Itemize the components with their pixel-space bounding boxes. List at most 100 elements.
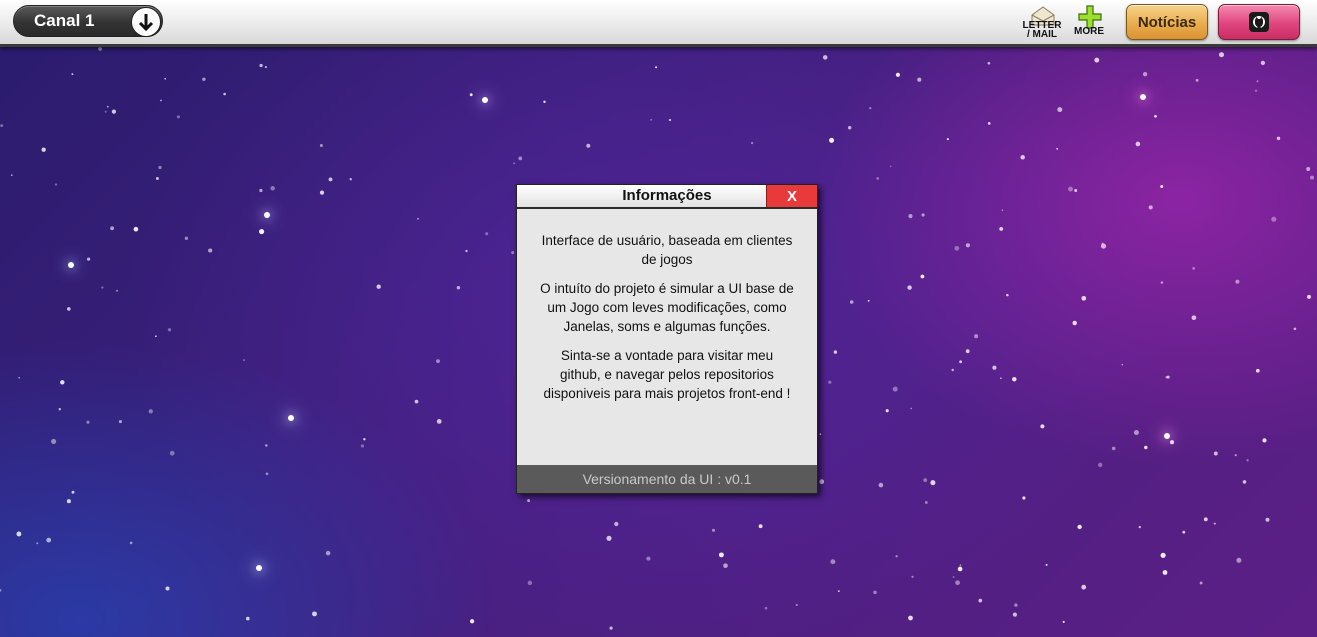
star	[58, 408, 61, 411]
star	[10, 174, 13, 176]
star	[869, 106, 872, 110]
close-button[interactable]: X	[766, 185, 817, 207]
star	[1236, 557, 1242, 563]
star	[959, 564, 962, 567]
star	[16, 531, 22, 537]
star	[518, 156, 523, 161]
star	[959, 360, 962, 364]
star	[60, 380, 65, 385]
star	[723, 563, 728, 569]
info-window[interactable]: Informações X Interface de usuário, base…	[516, 184, 818, 494]
star	[819, 433, 822, 435]
star	[965, 243, 971, 248]
star	[1254, 89, 1258, 92]
star	[148, 409, 153, 414]
star	[86, 420, 90, 424]
letter-mail-button[interactable]: LETTER / MAIL	[1022, 3, 1062, 41]
star	[1081, 295, 1087, 301]
star	[184, 236, 189, 240]
star	[106, 105, 109, 108]
star	[111, 109, 116, 114]
star	[952, 576, 955, 578]
star	[908, 214, 913, 219]
glowing-star	[482, 97, 488, 103]
star	[1020, 155, 1025, 160]
star	[1203, 517, 1208, 522]
star	[36, 542, 39, 545]
star	[668, 118, 672, 122]
star	[1276, 136, 1281, 141]
star	[908, 615, 913, 621]
star	[158, 165, 162, 170]
star	[485, 232, 489, 236]
star	[133, 226, 139, 232]
star	[1121, 363, 1124, 366]
star	[319, 190, 325, 195]
star	[436, 419, 442, 424]
more-button[interactable]: MORE	[1069, 3, 1109, 41]
star	[828, 380, 832, 384]
star	[646, 556, 651, 561]
star	[1255, 368, 1260, 373]
glowing-star	[256, 565, 262, 571]
star	[974, 334, 979, 339]
star	[955, 580, 960, 586]
star	[1148, 205, 1153, 210]
star	[1265, 517, 1270, 522]
star	[465, 249, 468, 253]
star	[1135, 141, 1141, 147]
star	[999, 226, 1004, 231]
star	[265, 472, 269, 476]
star	[849, 300, 854, 304]
star	[513, 162, 515, 165]
star	[1169, 440, 1175, 445]
info-paragraph: Sinta-se a vontade para visitar meu gith…	[543, 348, 791, 401]
star	[167, 328, 172, 332]
star	[1310, 175, 1314, 180]
more-caption: MORE	[1074, 26, 1104, 37]
news-button[interactable]: Notícias	[1126, 4, 1208, 40]
star	[1191, 315, 1197, 321]
star	[951, 368, 954, 372]
arrow-down-icon[interactable]	[131, 7, 161, 37]
star	[1045, 563, 1048, 566]
channel-selector[interactable]: Canal 1	[13, 5, 163, 37]
star	[907, 285, 912, 290]
star	[155, 177, 159, 180]
star	[992, 365, 997, 370]
star	[527, 499, 531, 503]
star	[259, 188, 263, 193]
star	[165, 586, 170, 591]
glowing-star	[1164, 433, 1170, 439]
star	[1234, 454, 1237, 457]
star	[1160, 552, 1166, 558]
star	[1006, 293, 1009, 297]
star	[711, 528, 716, 532]
star	[160, 99, 162, 102]
star	[1165, 376, 1168, 379]
star	[924, 501, 928, 504]
star	[750, 141, 754, 145]
star	[819, 479, 825, 485]
star	[586, 143, 591, 148]
star	[1074, 189, 1078, 192]
star	[957, 566, 963, 572]
star	[1260, 60, 1266, 66]
star	[889, 165, 892, 168]
github-icon	[1249, 12, 1269, 32]
github-button[interactable]	[1218, 4, 1300, 40]
star	[0, 124, 4, 128]
star	[1199, 581, 1203, 585]
glowing-star	[1140, 94, 1146, 100]
star	[202, 77, 206, 81]
version-footer: Versionamento da UI : v0.1	[517, 465, 817, 493]
star	[1142, 72, 1148, 77]
star	[363, 438, 366, 441]
star	[921, 213, 925, 217]
star	[873, 590, 877, 595]
star	[469, 93, 473, 97]
star	[965, 349, 970, 354]
window-header[interactable]: Informações X	[517, 185, 817, 209]
star	[1012, 612, 1017, 617]
star	[1306, 167, 1311, 171]
